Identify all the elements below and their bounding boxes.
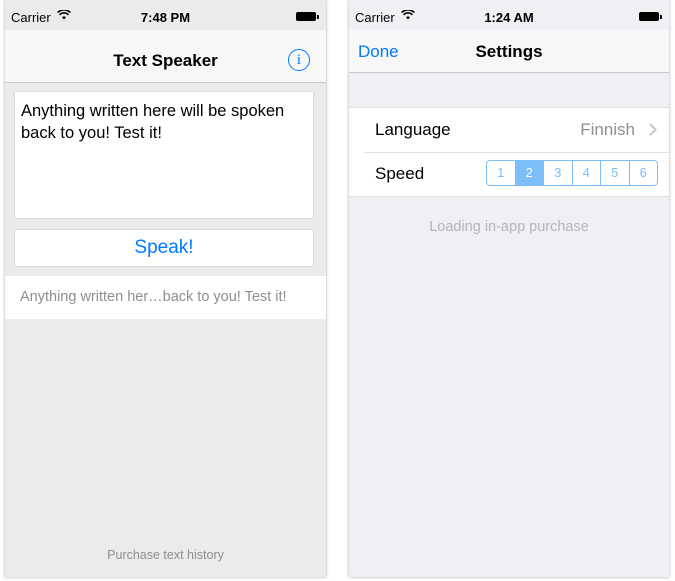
language-label: Language (375, 120, 451, 139)
status-time: 7:48 PM (140, 10, 191, 25)
page-title: Settings (475, 42, 543, 61)
speed-option-3[interactable]: 3 (544, 161, 573, 185)
status-time: 1:24 AM (484, 10, 534, 25)
speed-option-6[interactable]: 6 (630, 161, 658, 185)
text-speaker-screen: Carrier 7:48 PM Text Speaker i Anything … (5, 0, 326, 577)
speed-option-5[interactable]: 5 (601, 161, 630, 185)
chevron-right-icon (644, 123, 657, 136)
settings-screen: Carrier 1:24 AM Done Settings Language F… (349, 0, 669, 577)
info-icon[interactable]: i (288, 49, 310, 71)
navigation-bar: Done Settings (349, 30, 669, 73)
status-bar: Carrier 1:24 AM (349, 0, 669, 25)
purchase-text-history-link[interactable]: Purchase text history (5, 548, 326, 562)
navigation-bar: Text Speaker i (5, 30, 326, 83)
page-title: Text Speaker (113, 51, 218, 70)
language-value: Finnish (580, 120, 635, 139)
language-row[interactable]: Language Finnish (349, 108, 669, 152)
speed-option-4[interactable]: 4 (573, 161, 601, 185)
speed-segmented-control: 1 2 3 4 5 6 (486, 160, 658, 186)
history-list-item[interactable]: Anything written her…back to you! Test i… (5, 276, 326, 319)
battery-icon (296, 12, 319, 21)
loading-status-text: Loading in-app purchase (429, 219, 589, 235)
battery-icon (639, 12, 662, 21)
speed-label: Speed (375, 164, 425, 183)
speech-text-input[interactable]: Anything written here will be spoken bac… (14, 91, 314, 219)
speed-option-2[interactable]: 2 (515, 161, 544, 185)
speak-button[interactable]: Speak! (14, 229, 314, 267)
speed-row: Speed 1 2 3 4 5 6 (349, 152, 669, 196)
speed-option-1[interactable]: 1 (487, 161, 516, 185)
settings-table: Language Finnish Speed 1 2 3 4 5 6 (349, 107, 669, 197)
status-bar: Carrier 7:48 PM (5, 0, 326, 25)
